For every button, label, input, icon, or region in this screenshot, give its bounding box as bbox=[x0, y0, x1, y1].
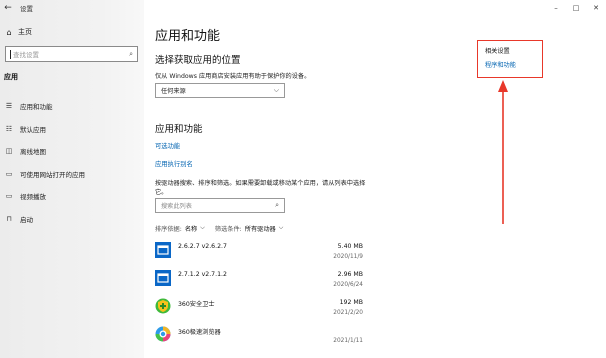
window-title: 设置 bbox=[20, 5, 33, 13]
home-label: 主页 bbox=[18, 28, 32, 36]
window-controls: – □ ✕ bbox=[546, 0, 606, 16]
app-date: 2020/6/24 bbox=[333, 282, 363, 288]
app-list: 2.6.2.7 v2.6.2.7 5.40 MB 2020/11/9 2.7.1… bbox=[155, 238, 363, 350]
app-date: 2020/11/9 bbox=[333, 254, 363, 260]
app-date: 2021/2/20 bbox=[333, 310, 363, 316]
app-size: 192 MB bbox=[339, 299, 363, 306]
360-safe-icon bbox=[155, 298, 171, 314]
list-item[interactable]: 2.7.1.2 v2.7.1.2 2.96 MB 2020/6/24 bbox=[155, 266, 363, 294]
sort-filter-bar: 排序依据: 名称 ⌵ 筛选条件: 所有驱动器 ⌵ bbox=[155, 224, 293, 233]
sidebar-nav: ☰ 应用和功能 ☷ 默认应用 ◫ 离线地图 ▭ 可使用网站打开的应用 ▭ 视频播… bbox=[0, 95, 144, 230]
sidebar-item-label: 可使用网站打开的应用 bbox=[20, 170, 85, 179]
default-apps-icon: ☷ bbox=[5, 124, 13, 133]
app-size: 2.96 MB bbox=[337, 271, 363, 278]
sidebar-home[interactable]: ⌂ 主页 bbox=[4, 27, 32, 37]
sidebar-item-label: 视频播放 bbox=[20, 193, 46, 202]
search-icon: ⌕ bbox=[129, 49, 133, 58]
sidebar-item-offline-maps[interactable]: ◫ 离线地图 bbox=[0, 140, 144, 163]
sidebar-item-default-apps[interactable]: ☷ 默认应用 bbox=[0, 118, 144, 141]
home-icon: ⌂ bbox=[6, 27, 12, 37]
optional-features-link[interactable]: 可选功能 bbox=[155, 141, 180, 150]
back-arrow-icon: ← bbox=[4, 3, 12, 13]
chevron-down-icon: ⌵ bbox=[278, 224, 284, 231]
page-title: 应用和功能 bbox=[155, 29, 221, 44]
sidebar-item-apps-features[interactable]: ☰ 应用和功能 bbox=[0, 95, 144, 118]
filter-dropdown[interactable]: 所有驱动器 bbox=[245, 224, 276, 233]
install-source-description: 仅从 Windows 应用商店安装应用有助于保护你的设备。 bbox=[155, 73, 311, 80]
sidebar-item-video-playback[interactable]: ▭ 视频播放 bbox=[0, 185, 144, 208]
startup-icon: ⊓ bbox=[6, 214, 12, 223]
close-icon: ✕ bbox=[593, 4, 599, 12]
app-name: 2.7.1.2 v2.7.1.2 bbox=[178, 271, 227, 278]
back-button[interactable]: ← bbox=[0, 0, 16, 16]
text-caret bbox=[10, 49, 11, 59]
maximize-button[interactable]: □ bbox=[566, 0, 586, 16]
close-button[interactable]: ✕ bbox=[586, 0, 606, 16]
install-source-dropdown[interactable]: 任何来源 ⌵ bbox=[155, 83, 285, 98]
app-date: 2021/1/11 bbox=[333, 338, 363, 344]
dropdown-value: 任何来源 bbox=[161, 88, 186, 95]
app-execution-aliases-link[interactable]: 应用执行别名 bbox=[155, 159, 193, 168]
apps-for-websites-icon: ▭ bbox=[5, 169, 13, 178]
sidebar-item-startup[interactable]: ⊓ 启动 bbox=[0, 208, 144, 231]
apps-features-icon: ☰ bbox=[5, 102, 13, 111]
360-browser-icon bbox=[155, 326, 171, 342]
title-bar: ← 设置 bbox=[0, 0, 144, 16]
sidebar-item-label: 应用和功能 bbox=[20, 103, 53, 112]
list-item[interactable]: 2.6.2.7 v2.6.2.7 5.40 MB 2020/11/9 bbox=[155, 238, 363, 266]
list-item[interactable]: 360安全卫士 192 MB 2021/2/20 bbox=[155, 294, 363, 322]
app-window-icon bbox=[155, 270, 171, 286]
filter-label: 筛选条件: bbox=[214, 226, 242, 233]
apps-search-placeholder: 搜索此列表 bbox=[161, 203, 192, 210]
app-name: 360极速浏览器 bbox=[178, 329, 221, 336]
sidebar-item-apps-for-websites[interactable]: ▭ 可使用网站打开的应用 bbox=[0, 163, 144, 186]
chevron-down-icon: ⌵ bbox=[273, 86, 279, 94]
sidebar-item-label: 默认应用 bbox=[20, 125, 46, 134]
annotation-arrow-icon bbox=[498, 80, 508, 224]
sidebar-item-label: 离线地图 bbox=[20, 148, 46, 157]
sidebar: ← 设置 ⌂ 主页 查找设置 ⌕ 应用 ☰ 应用和功能 ☷ 默认应用 ◫ 离线地… bbox=[0, 0, 144, 358]
search-placeholder: 查找设置 bbox=[13, 51, 39, 59]
programs-features-link[interactable]: 程序和功能 bbox=[485, 60, 535, 69]
sidebar-section-label: 应用 bbox=[4, 73, 18, 81]
maximize-icon: □ bbox=[572, 4, 580, 12]
apps-list-description: 按驱动器搜索、排序和筛选。如果需要卸载或移动某个应用，请从列表中选择它。 bbox=[155, 180, 366, 196]
minimize-button[interactable]: – bbox=[546, 0, 566, 16]
sidebar-item-label: 启动 bbox=[20, 215, 33, 224]
minimize-icon: – bbox=[554, 4, 558, 12]
apps-search-input[interactable]: 搜索此列表 ⌕ bbox=[155, 198, 285, 213]
related-settings-title: 相关设置 bbox=[485, 48, 510, 55]
offline-maps-icon: ◫ bbox=[5, 147, 13, 156]
app-window-icon bbox=[155, 242, 171, 258]
apps-features-heading: 应用和功能 bbox=[155, 124, 203, 135]
sort-dropdown[interactable]: 名称 bbox=[185, 224, 197, 233]
sort-label: 排序依据: bbox=[155, 226, 182, 233]
search-icon: ⌕ bbox=[275, 201, 279, 209]
list-item[interactable]: 360极速浏览器 2021/1/11 bbox=[155, 322, 363, 350]
app-name: 2.6.2.7 v2.6.2.7 bbox=[178, 243, 227, 250]
settings-search-input[interactable]: 查找设置 ⌕ bbox=[5, 46, 138, 62]
video-playback-icon: ▭ bbox=[5, 192, 13, 201]
app-size: 5.40 MB bbox=[337, 243, 363, 250]
app-name: 360安全卫士 bbox=[178, 301, 215, 308]
related-settings-panel: 相关设置 程序和功能 bbox=[477, 40, 543, 78]
chevron-down-icon: ⌵ bbox=[200, 224, 205, 231]
install-source-heading: 选择获取应用的位置 bbox=[155, 55, 241, 66]
